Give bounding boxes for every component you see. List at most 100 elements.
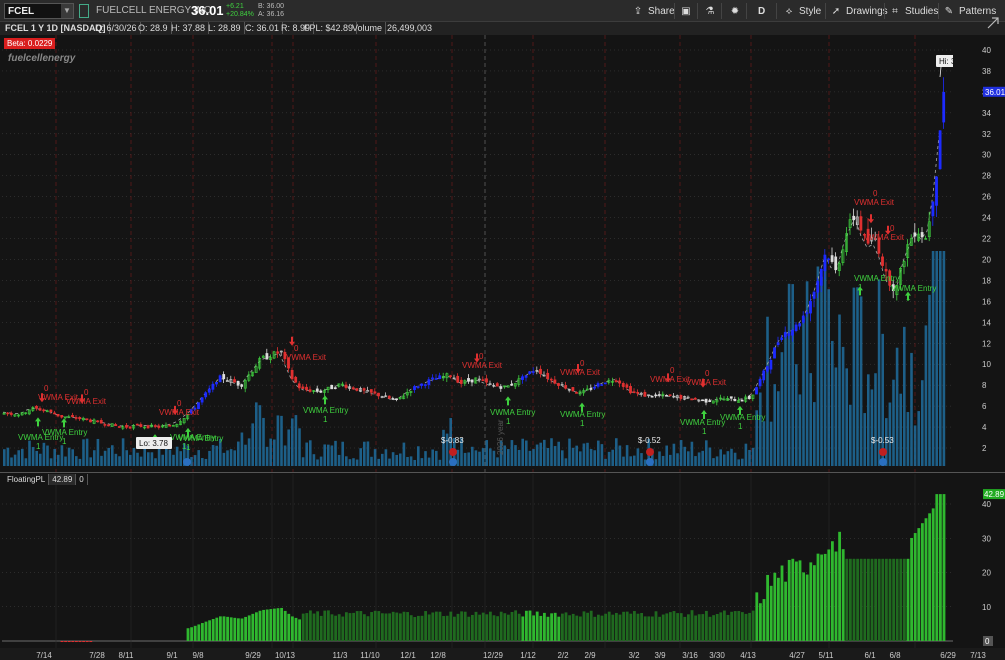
- pl-bar: [316, 611, 319, 641]
- pl-bar: [85, 641, 89, 643]
- volume-bar: [237, 441, 240, 466]
- volume-bar: [305, 442, 308, 466]
- candle-body: [690, 398, 694, 401]
- volume-bar: [730, 448, 733, 466]
- volume-bar: [561, 450, 564, 466]
- volume-bar: [172, 454, 175, 466]
- pl-bar: [723, 610, 726, 641]
- volume-bar: [75, 456, 78, 466]
- volume-bar: [726, 451, 730, 466]
- exit-quantity: 0: [294, 344, 299, 353]
- price-chart[interactable]: VWMA Exit0VWMA Entry1VWMA Exit0VWMA Entr…: [0, 35, 1005, 472]
- candle-body: [99, 420, 103, 424]
- style-button[interactable]: ⟡ Style: [783, 3, 822, 19]
- pl-bar: [521, 616, 525, 641]
- volume-bar: [89, 457, 92, 466]
- info-bar: FCEL 1 Y 1D [NASDAQ] D: 6/30/26 O: 28.9 …: [0, 22, 1005, 35]
- pl-bar: [460, 611, 463, 641]
- candle-body: [373, 391, 377, 394]
- volume-bar: [319, 456, 323, 466]
- studies-button[interactable]: ⌗ Studies: [889, 3, 938, 19]
- volume-bar: [435, 450, 438, 466]
- candle-body: [510, 384, 514, 386]
- pl-bar: [726, 614, 730, 641]
- candle-body: [852, 215, 856, 221]
- volume-bar: [809, 373, 812, 466]
- share-button[interactable]: ⇪ Share: [632, 3, 675, 19]
- candle-body: [153, 425, 157, 427]
- settings-button[interactable]: ✹: [729, 3, 745, 19]
- entry-quantity: 1: [323, 415, 328, 424]
- share-label: Share: [648, 5, 675, 17]
- price-axis: 40383634323028262422201816141210864236.0…: [953, 35, 1005, 472]
- pl-bar: [244, 616, 247, 641]
- pl-bar: [784, 581, 787, 641]
- candle-body: [704, 398, 708, 403]
- volume-bar: [859, 296, 863, 466]
- volume-bar: [643, 459, 647, 466]
- exit-quantity: 0: [177, 399, 182, 408]
- volume-bar: [654, 459, 658, 466]
- candle-body: [747, 395, 751, 399]
- candle-body: [618, 380, 622, 384]
- toolbar-divider: [884, 3, 885, 19]
- pl-bar: [363, 614, 366, 641]
- pl-bar: [186, 628, 190, 641]
- pl-bar: [823, 553, 827, 641]
- volume-bar: [287, 429, 290, 466]
- vwma-entry-label: VWMA Entry: [42, 428, 87, 437]
- pl-bar: [211, 618, 215, 641]
- volume-bar: [849, 404, 852, 466]
- symbol-input[interactable]: FCEL: [5, 6, 61, 17]
- candle-body: [60, 414, 64, 418]
- pl-bar: [658, 616, 661, 641]
- snapshot-button[interactable]: ▣: [680, 3, 696, 19]
- volume-bar: [215, 445, 218, 466]
- volume-bar: [575, 445, 578, 466]
- pl-bar: [906, 558, 910, 641]
- candle-body: [549, 378, 553, 381]
- pl-bar: [816, 553, 820, 641]
- volume-bar: [874, 373, 877, 466]
- time-tick-label: 7/28: [89, 651, 105, 660]
- candle-body: [240, 384, 244, 387]
- volume-bar: [539, 442, 542, 466]
- year-marker: 2026 year: [496, 419, 505, 455]
- candle-body: [333, 387, 337, 389]
- pl-bar: [219, 616, 222, 641]
- volume-bar: [744, 443, 748, 466]
- pl-bar: [359, 611, 363, 641]
- drawings-button[interactable]: ➚ Drawings: [830, 3, 888, 19]
- pl-bar: [532, 615, 535, 641]
- candle-body: [265, 353, 269, 360]
- pl-bar: [813, 565, 816, 641]
- chevron-down-icon[interactable]: ▼: [61, 4, 73, 18]
- symbol-selector[interactable]: FCEL ▼: [4, 3, 74, 19]
- volume-bar: [719, 449, 722, 466]
- candle-body: [762, 370, 766, 381]
- pl-bar: [586, 612, 589, 641]
- period-button[interactable]: D: [758, 3, 765, 19]
- flask-button[interactable]: ⚗: [704, 3, 720, 19]
- volume-bar: [798, 394, 802, 466]
- floating-pl-chart[interactable]: 4030201042.890: [0, 472, 1005, 648]
- time-tick-label: 9/29: [245, 651, 261, 660]
- pl-bar: [643, 616, 647, 641]
- vwma-exit-label: VWMA Exit: [864, 233, 905, 242]
- volume-bar: [132, 447, 136, 466]
- pl-bar: [622, 611, 625, 641]
- volume-bar: [683, 446, 686, 466]
- expand-icon[interactable]: [987, 17, 999, 29]
- entry-quantity: 1: [580, 419, 585, 428]
- price-tick-label: 38: [982, 67, 991, 76]
- pl-bar: [467, 616, 471, 641]
- pl-bar: [849, 558, 852, 641]
- pl-bar: [420, 615, 424, 641]
- pl-bar: [229, 617, 233, 641]
- link-group-icon[interactable]: [79, 4, 89, 18]
- pl-bar: [240, 618, 244, 641]
- volume-bar: [78, 458, 82, 466]
- volume-bar: [507, 449, 510, 466]
- volume-bar: [888, 402, 892, 466]
- pl-bar: [676, 613, 679, 641]
